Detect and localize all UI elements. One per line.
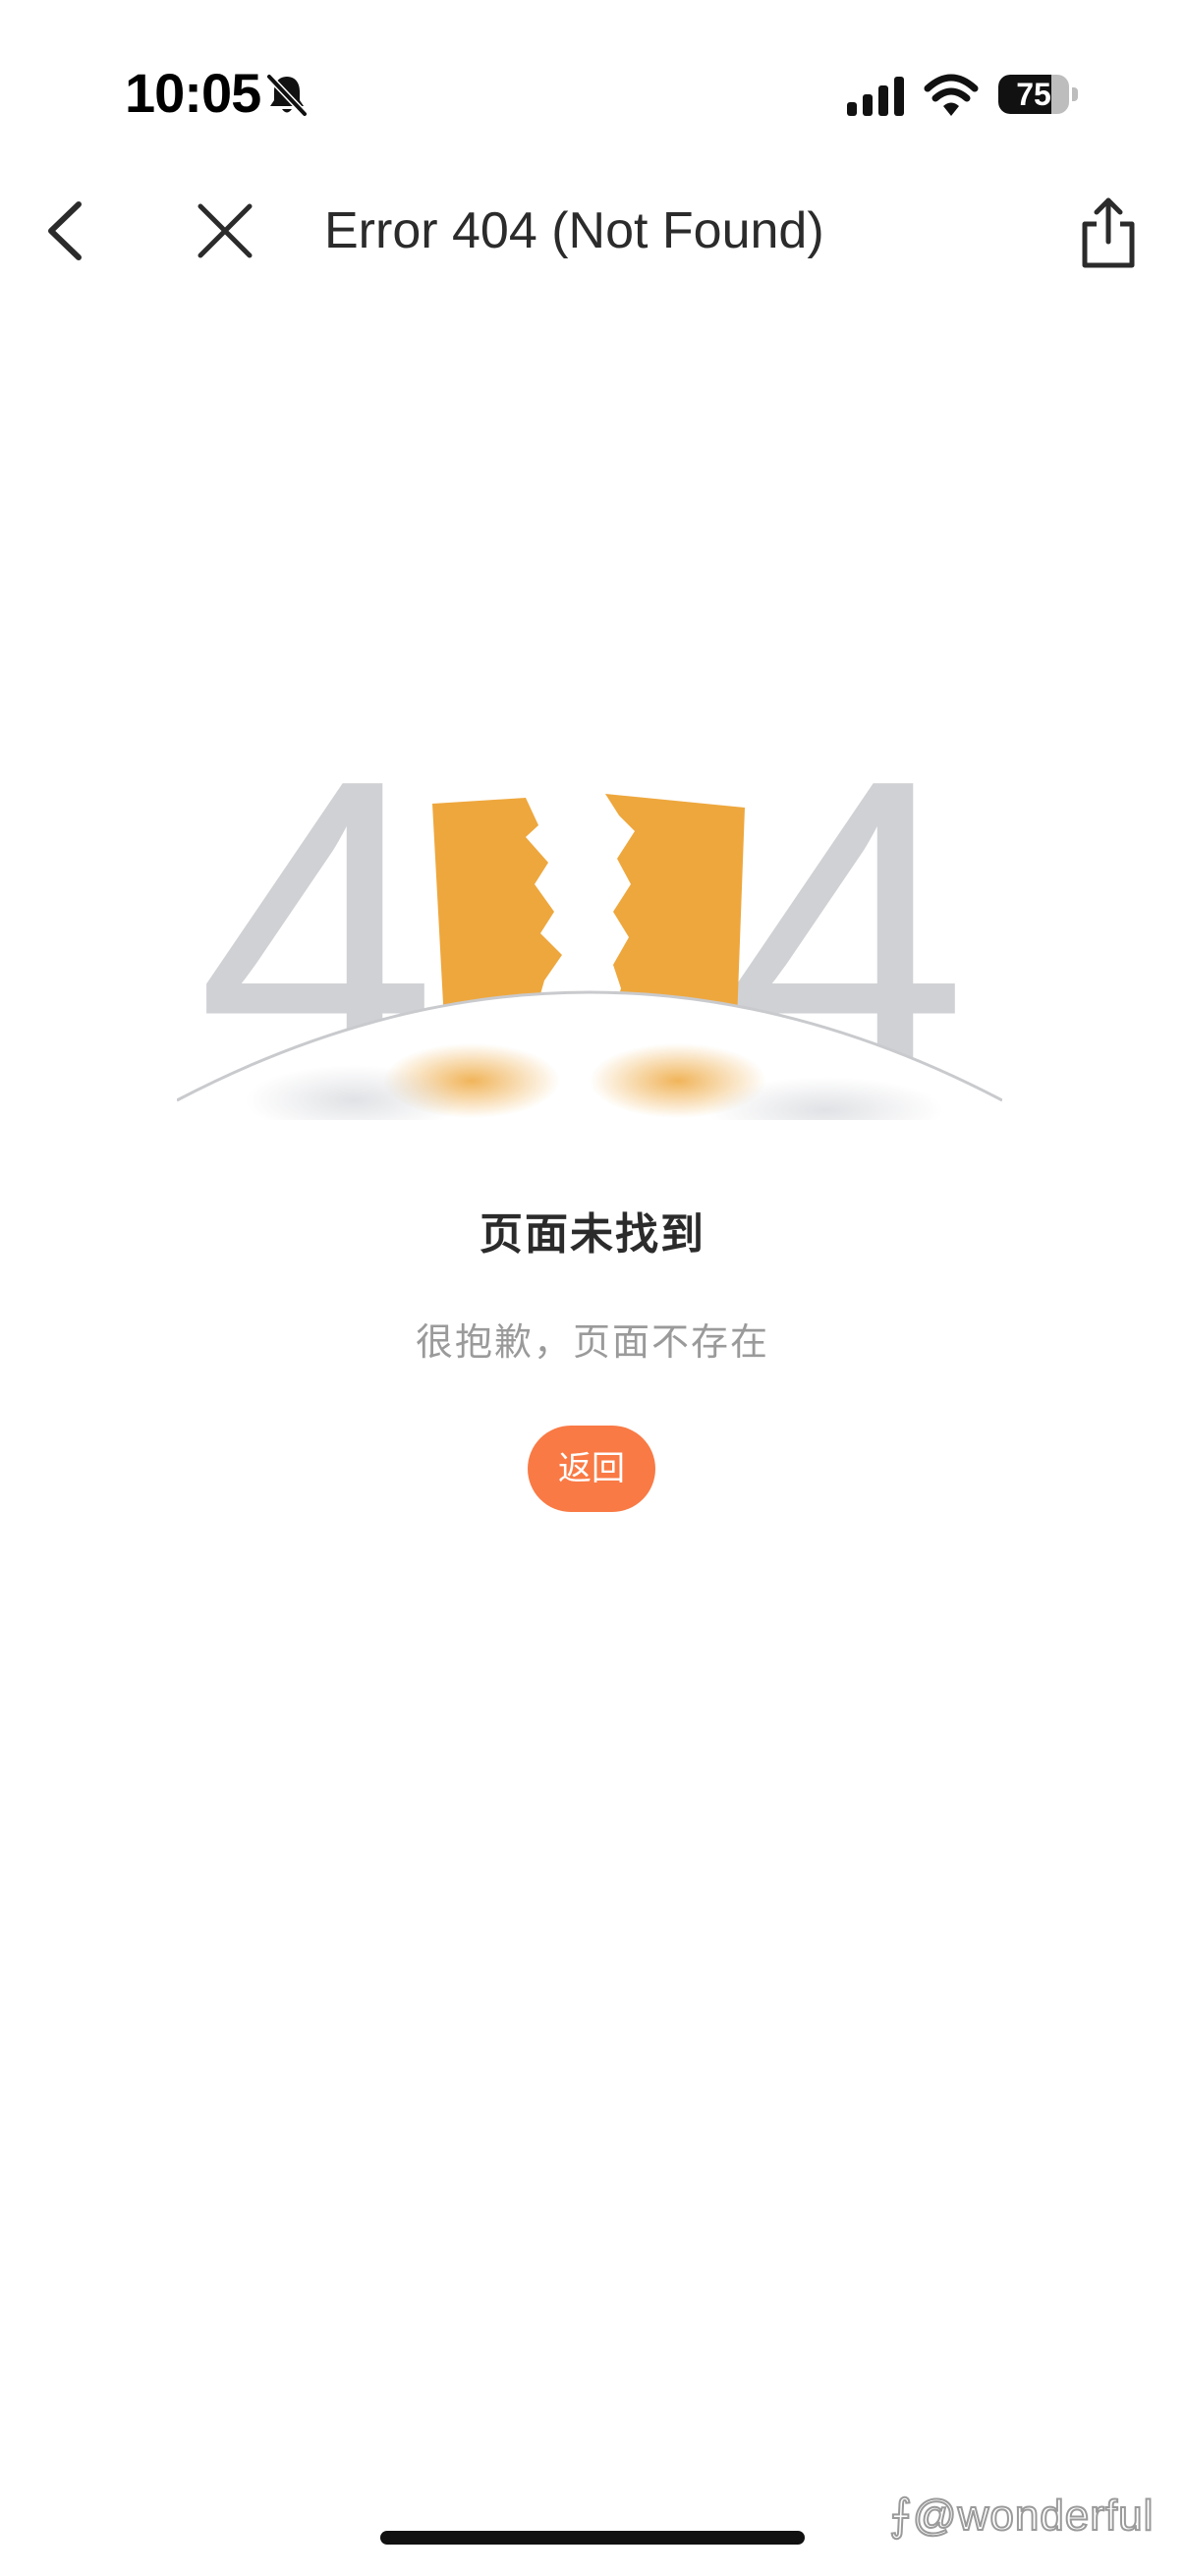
status-bar: 10:05 75	[0, 0, 1185, 147]
navigation-bar: Error 404 (Not Found)	[0, 167, 1185, 295]
back-button[interactable]: 返回	[528, 1426, 655, 1512]
bell-slash-icon	[266, 74, 308, 117]
broken-block-left	[432, 798, 562, 1022]
battery-icon: 75	[998, 75, 1078, 114]
chevron-left-icon[interactable]	[39, 196, 98, 265]
digit-right-4: 4	[727, 691, 968, 1120]
close-icon[interactable]	[191, 196, 259, 265]
status-time: 10:05	[125, 62, 261, 124]
wifi-icon	[924, 74, 979, 116]
cellular-signal-icon	[847, 77, 904, 116]
watermark: ⨍@wonderful	[888, 2491, 1155, 2541]
battery-body: 75	[998, 75, 1069, 114]
battery-percentage: 75	[1016, 77, 1051, 112]
broken-block-right	[605, 794, 745, 1022]
share-icon[interactable]	[1079, 195, 1138, 269]
digit-left-4: 4	[197, 691, 437, 1120]
404-illustration: 4 4	[177, 691, 1002, 1120]
error-title: 页面未找到	[480, 1210, 705, 1259]
battery-cap	[1072, 87, 1078, 101]
home-indicator[interactable]	[380, 2531, 805, 2545]
page-title: Error 404 (Not Found)	[324, 202, 824, 259]
error-description: 很抱歉，页面不存在	[415, 1322, 769, 1364]
